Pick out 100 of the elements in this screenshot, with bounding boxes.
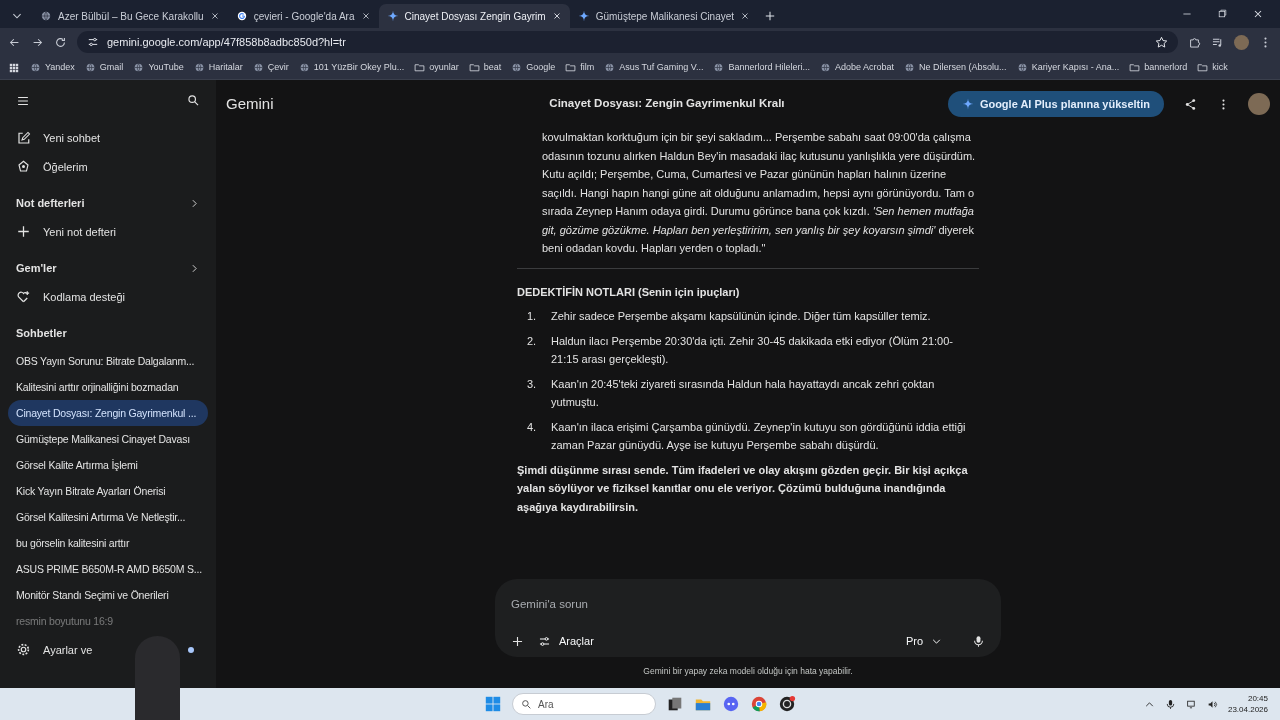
globe-icon	[84, 62, 96, 73]
profile-avatar[interactable]	[1248, 93, 1270, 115]
close-icon[interactable]	[360, 11, 371, 21]
extensions-icon[interactable]	[1188, 35, 1201, 49]
sliders-icon	[538, 634, 551, 648]
site-settings-icon[interactable]	[87, 36, 99, 48]
bookmark[interactable]: Adobe Acrobat	[820, 60, 895, 75]
browser-tab[interactable]: çevieri - Google'da Ara	[227, 4, 379, 28]
globe-icon	[193, 62, 205, 73]
globe-icon	[252, 62, 264, 73]
bookmark[interactable]: Kariyer Kapısı - Ana...	[1016, 60, 1120, 75]
close-icon[interactable]	[551, 11, 562, 21]
close-icon[interactable]	[740, 11, 751, 21]
sidebar-item[interactable]: Yeni not defteri	[8, 217, 208, 246]
close-icon[interactable]	[1252, 8, 1264, 20]
browser-tab[interactable]: Azer Bülbül – Bu Gece Karakollu	[32, 4, 228, 28]
sidebar-item[interactable]: Öğelerim	[8, 152, 208, 181]
apps-grid-icon[interactable]	[8, 61, 20, 74]
bookmark[interactable]: film	[565, 60, 595, 75]
globe-icon	[40, 10, 52, 22]
tab-title: Cinayet Dosyası Zengin Gayrim	[404, 9, 546, 24]
chat-history-item[interactable]: Görsel Kalitesini Artırma Ve Netleştir...	[8, 503, 208, 530]
chat-app-icon[interactable]	[722, 695, 740, 713]
bookmark[interactable]: Ne Dilersen (Absolu...	[904, 60, 1007, 75]
tools-button[interactable]: Araçlar	[538, 632, 594, 650]
taskbar-search[interactable]: Ara	[512, 693, 656, 715]
bookmark[interactable]: YouTube	[133, 60, 184, 75]
chat-history-item[interactable]: Monitör Standı Seçimi ve Önerileri	[8, 581, 208, 608]
bookmark[interactable]: oyunlar	[414, 60, 459, 75]
folder-icon	[414, 62, 426, 73]
chat-history-item[interactable]: resmin boyutunu 16:9	[8, 607, 208, 634]
close-icon[interactable]	[209, 11, 220, 21]
notification-dot	[188, 646, 194, 653]
chat-history-item[interactable]: Cinayet Dosyası: Zengin Gayrimenkul ...	[8, 399, 208, 426]
start-icon[interactable]	[484, 695, 502, 713]
bookmark[interactable]: Gmail	[84, 60, 124, 75]
volume-icon[interactable]	[1206, 698, 1218, 710]
plus-icon[interactable]	[511, 634, 524, 648]
globe-icon	[904, 62, 916, 73]
edit-icon	[16, 130, 31, 146]
network-icon[interactable]	[1185, 698, 1197, 710]
prompt-input[interactable]: Gemini'a sorun	[511, 595, 985, 613]
tab-title: Gümüştepe Malikanesi Cinayet	[595, 9, 735, 24]
note-text: Kaan'ın 20:45'teki ziyareti sırasında Haldun hala hayattaydı ancak zehri çoktan yutmuştu.	[551, 376, 936, 410]
settings-label[interactable]: Ayarlar ve	[43, 641, 93, 658]
bookmark-star-icon[interactable]	[1155, 35, 1168, 49]
recorder-icon[interactable]	[778, 695, 796, 713]
upgrade-button[interactable]: Google AI Plus planına yükseltin	[947, 90, 1164, 118]
section-heading: Gem'ler	[16, 261, 57, 276]
browser-tab[interactable]: Cinayet Dosyası Zengin Gayrim	[378, 4, 570, 28]
sidebar-item[interactable]: Kodlama desteği	[8, 282, 208, 311]
bookmark[interactable]: 101 YüzBir Okey Plu...	[298, 60, 405, 75]
chat-history-item[interactable]: ASUS PRIME B650M-R AMD B650M S...	[8, 555, 208, 582]
url-text: gemini.google.com/app/47f858b8adbc850d?hl=tr	[107, 34, 346, 50]
bookmark[interactable]: kick	[1197, 60, 1228, 75]
search-icon[interactable]	[187, 94, 200, 107]
bookmark[interactable]: Çevir	[252, 60, 289, 75]
bookmark[interactable]: Haritalar	[193, 60, 243, 75]
globe-icon	[133, 62, 145, 73]
note-text: Haldun ilacı Perşembe 20:30'da içti. Zehir 30-45 dakikada etki ediyor (Ölüm 21:00-21:15 arası gerçekleşti).	[551, 333, 954, 367]
microphone-icon[interactable]	[1164, 698, 1176, 710]
browser-tab[interactable]: Gümüştepe Malikanesi Cinayet	[569, 4, 759, 28]
note-text: Zehir sadece Perşembe akşamı kapsülünün içinde. Diğer tüm kapsüller temiz.	[551, 309, 931, 324]
new-tab-icon[interactable]	[764, 10, 777, 22]
google-g-icon	[235, 10, 248, 22]
profile-avatar[interactable]	[1234, 34, 1249, 50]
notes-heading: DEDEKTİFİN NOTLARI (Senin için ipuçları)	[517, 284, 741, 300]
microphone-icon[interactable]	[972, 634, 985, 648]
bookmark[interactable]: Bannerlord Hileleri...	[713, 60, 811, 75]
address-bar[interactable]: gemini.google.com/app/47f858b8adbc850d?hl=tr	[77, 31, 1178, 53]
reload-icon[interactable]	[54, 35, 67, 49]
list-number: 4.	[527, 419, 538, 435]
list-number: 3.	[527, 376, 538, 392]
share-icon[interactable]	[1184, 97, 1197, 111]
gem-icon	[16, 159, 31, 175]
bookmark[interactable]: Google	[511, 60, 556, 75]
menu-icon[interactable]	[16, 94, 30, 108]
settings-icon[interactable]	[16, 642, 31, 658]
browser-icon[interactable]	[750, 695, 768, 713]
chat-history-item[interactable]: Kalitesini arttır orjinalliğini bozmadan	[8, 373, 208, 400]
closing-paragraph: Şimdi düşünme sırası sende. Tüm ifadeleri ve olay akışını gözden geçir. Bir kişi açıkça yalan söylüyor ve fiziksel kanıtlar onu ele veriyor. Çözümü bulduğuna inandığında aşağıya kaydırabilirsin.	[517, 462, 969, 515]
restore-icon[interactable]	[1217, 8, 1228, 19]
task-view-icon[interactable]	[666, 695, 684, 713]
chat-history-item[interactable]: Gümüştepe Malikanesi Cinayet Davası	[8, 425, 208, 452]
folder-icon	[565, 62, 577, 73]
plus-icon	[16, 224, 31, 240]
bookmark[interactable]: bannerlord	[1129, 60, 1188, 75]
sidebar-item[interactable]: Yeni sohbet	[8, 124, 208, 153]
chat-history-item[interactable]: Görsel Kalite Artırma İşlemi	[8, 451, 208, 478]
bookmark[interactable]: beat	[468, 60, 502, 75]
clock-date[interactable]: 23.04.2026	[1227, 704, 1268, 715]
clock-time[interactable]: 20:45	[1227, 693, 1268, 704]
chat-history-item[interactable]: bu görselin kalitesini arttır	[8, 529, 208, 556]
chat-history-item[interactable]: Kick Yayın Bitrate Ayarları Önerisi	[8, 477, 208, 504]
bookmark[interactable]: Asus Tuf Gaming V...	[604, 60, 704, 75]
tab-title: Azer Bülbül – Bu Gece Karakollu	[58, 9, 204, 24]
bookmark[interactable]: Yandex	[30, 60, 75, 75]
model-selector[interactable]: Pro	[905, 632, 942, 650]
list-number: 2.	[527, 333, 538, 349]
chat-history-item[interactable]: OBS Yayın Sorunu: Bitrate Dalgalanm...	[8, 347, 208, 374]
